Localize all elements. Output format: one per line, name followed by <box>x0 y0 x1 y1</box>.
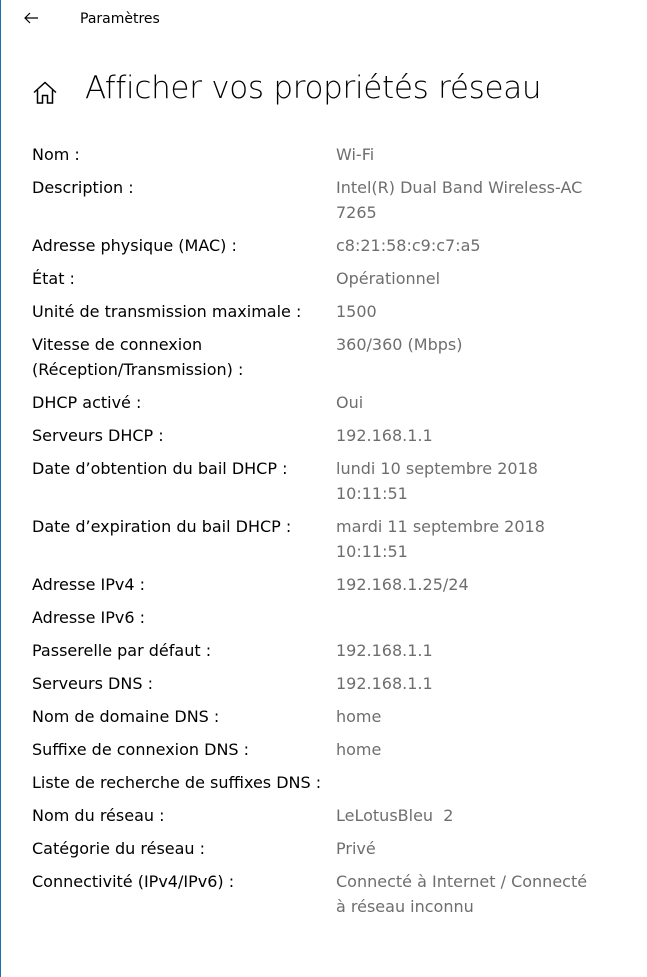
app-title: Paramètres <box>80 11 160 27</box>
property-row-ipv6-address: Adresse IPv6 : <box>32 605 632 630</box>
property-value: 192.168.1.1 <box>336 426 433 445</box>
property-row-network-name: Nom du réseau : LeLotusBleu 2 <box>32 803 632 828</box>
property-value: 360/360 (Mbps) <box>336 335 463 354</box>
property-row-name: Nom : Wi-Fi <box>32 142 632 167</box>
property-label: Nom de domaine DNS : <box>32 707 220 726</box>
property-label: Serveurs DNS : <box>32 674 153 693</box>
property-label: Date d’expiration du bail DHCP : <box>32 517 292 536</box>
property-row-ipv4-address: Adresse IPv4 : 192.168.1.25/24 <box>32 572 632 597</box>
property-value: 1500 <box>336 302 377 321</box>
property-label: Unité de transmission maximale : <box>32 302 302 321</box>
property-row-dhcp-servers: Serveurs DHCP : 192.168.1.1 <box>32 423 632 448</box>
property-value: home <box>336 740 382 759</box>
property-label: Adresse IPv4 : <box>32 575 145 594</box>
property-label: Connectivité (IPv4/IPv6) : <box>32 872 235 891</box>
property-label: Date d’obtention du bail DHCP : <box>32 459 288 478</box>
property-value: 192.168.1.25/24 <box>336 575 469 594</box>
property-label: Nom du réseau : <box>32 806 165 825</box>
property-value: Connecté à Internet / Connecté à réseau … <box>336 872 588 916</box>
property-value: Intel(R) Dual Band Wireless-AC 7265 <box>336 178 583 222</box>
property-row-dns-suffix: Suffixe de connexion DNS : home <box>32 737 632 762</box>
property-label: Suffixe de connexion DNS : <box>32 740 250 759</box>
property-label: État : <box>32 269 75 288</box>
page-title: Afficher vos propriétés réseau <box>85 70 542 106</box>
property-label: Serveurs DHCP : <box>32 426 164 445</box>
property-label: Adresse physique (MAC) : <box>32 236 237 255</box>
property-row-dns-domain: Nom de domaine DNS : home <box>32 704 632 729</box>
property-value: Oui <box>336 393 364 412</box>
back-arrow-icon <box>23 10 39 30</box>
network-properties-list: Nom : Wi-Fi Description : Intel(R) Dual … <box>32 142 632 927</box>
property-value: c8:21:58:c9:c7:a5 <box>336 236 481 255</box>
property-label: DHCP activé : <box>32 393 142 412</box>
property-value: LeLotusBleu 2 <box>336 806 454 825</box>
property-value: 192.168.1.1 <box>336 641 433 660</box>
property-row-network-category: Catégorie du réseau : Privé <box>32 836 632 861</box>
property-label: Liste de recherche de suffixes DNS : <box>32 773 322 792</box>
property-value: Privé <box>336 839 376 858</box>
property-row-mac-address: Adresse physique (MAC) : c8:21:58:c9:c7:… <box>32 233 632 258</box>
property-label: Nom : <box>32 145 80 164</box>
property-row-dhcp-enabled: DHCP activé : Oui <box>32 390 632 415</box>
property-value: home <box>336 707 382 726</box>
property-label: Description : <box>32 178 134 197</box>
property-label: Vitesse de connexion (Réception/Transmis… <box>32 335 244 379</box>
title-bar: Paramètres <box>1 0 647 40</box>
property-value: lundi 10 septembre 2018 10:11:51 <box>336 459 538 503</box>
property-row-mtu: Unité de transmission maximale : 1500 <box>32 299 632 324</box>
property-value: 192.168.1.1 <box>336 674 433 693</box>
home-icon[interactable] <box>31 79 59 107</box>
property-label: Passerelle par défaut : <box>32 641 212 660</box>
property-row-connectivity: Connectivité (IPv4/IPv6) : Connecté à In… <box>32 869 632 919</box>
property-row-description: Description : Intel(R) Dual Band Wireles… <box>32 175 632 225</box>
property-value: mardi 11 septembre 2018 10:11:51 <box>336 517 545 561</box>
property-row-dns-servers: Serveurs DNS : 192.168.1.1 <box>32 671 632 696</box>
property-label: Adresse IPv6 : <box>32 608 145 627</box>
property-label: Catégorie du réseau : <box>32 839 206 858</box>
property-row-dns-search-list: Liste de recherche de suffixes DNS : <box>32 770 632 795</box>
back-button[interactable] <box>15 4 47 36</box>
property-row-default-gateway: Passerelle par défaut : 192.168.1.1 <box>32 638 632 663</box>
page-header: Afficher vos propriétés réseau <box>1 62 647 122</box>
property-row-dhcp-lease-expires: Date d’expiration du bail DHCP : mardi 1… <box>32 514 632 564</box>
property-row-dhcp-lease-obtained: Date d’obtention du bail DHCP : lundi 10… <box>32 456 632 506</box>
property-row-link-speed: Vitesse de connexion (Réception/Transmis… <box>32 332 632 382</box>
property-value: Wi-Fi <box>336 145 375 164</box>
property-row-state: État : Opérationnel <box>32 266 632 291</box>
property-value: Opérationnel <box>336 269 441 288</box>
